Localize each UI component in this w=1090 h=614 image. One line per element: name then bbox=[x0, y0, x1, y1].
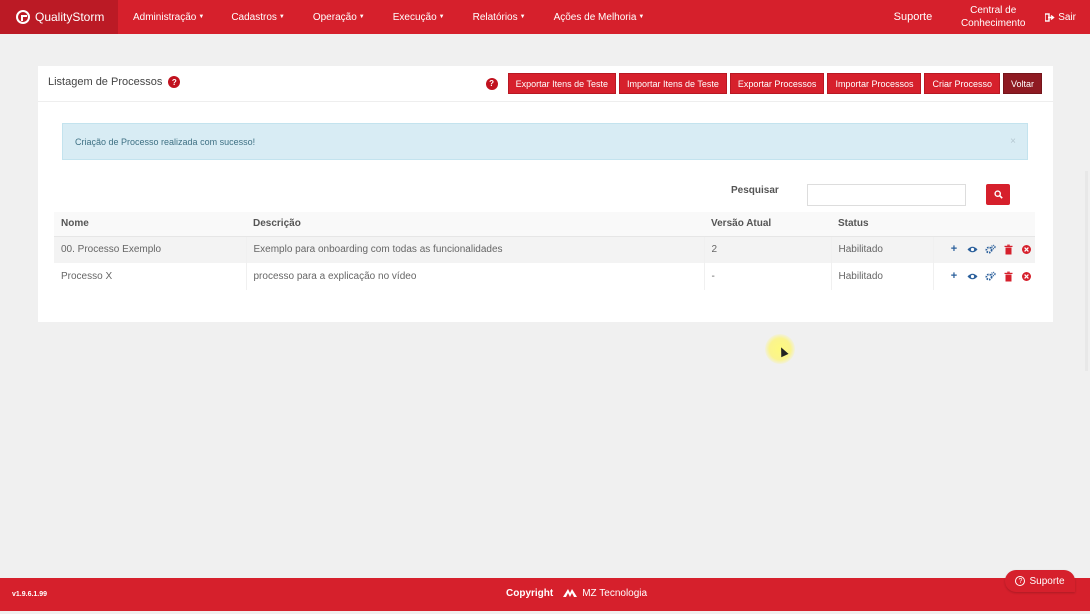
caret-down-icon: ▼ bbox=[358, 14, 365, 20]
close-icon[interactable]: × bbox=[1010, 136, 1016, 147]
panel-header: Listagem de Processos ? ? Exportar Itens… bbox=[38, 66, 1053, 102]
nav-central-line1: Central de bbox=[970, 5, 1017, 16]
copyright-label: Copyright bbox=[506, 587, 554, 599]
col-header-version[interactable]: Versão Atual bbox=[704, 212, 831, 237]
create-process-button[interactable]: Criar Processo bbox=[924, 73, 1000, 94]
sign-out-icon bbox=[1045, 12, 1055, 22]
nav-operacao[interactable]: Operação ▼ bbox=[313, 12, 365, 23]
export-test-items-button[interactable]: Exportar Itens de Teste bbox=[507, 73, 617, 94]
support-button-label: Suporte bbox=[1029, 575, 1065, 587]
floating-support-button[interactable]: ? Suporte bbox=[1005, 570, 1075, 592]
trash-icon[interactable] bbox=[1003, 271, 1014, 282]
table-scrollbar[interactable] bbox=[1085, 171, 1088, 371]
company-name: MZ Tecnologia bbox=[582, 587, 648, 599]
col-header-status[interactable]: Status bbox=[831, 212, 933, 237]
brand-name: QualityStorm bbox=[35, 10, 105, 24]
eye-icon[interactable] bbox=[967, 271, 978, 282]
col-header-description[interactable]: Descrição bbox=[246, 212, 704, 237]
page-title: Listagem de Processos ? bbox=[48, 76, 181, 88]
table-row[interactable]: 00. Processo Exemplo Exemplo para onboar… bbox=[54, 236, 1035, 263]
help-icon[interactable]: ? bbox=[485, 77, 498, 90]
brand-logo[interactable]: QualityStorm bbox=[0, 0, 118, 34]
caret-down-icon: ▼ bbox=[519, 14, 526, 20]
success-alert: Criação de Processo realizada com sucess… bbox=[62, 123, 1028, 160]
nav-execucao[interactable]: Execução ▼ bbox=[393, 12, 445, 23]
nav-right-group: Suporte Central de Conhecimento Sair bbox=[894, 0, 1090, 34]
search-input[interactable] bbox=[807, 184, 966, 206]
caret-down-icon: ▼ bbox=[198, 14, 205, 20]
export-processes-button[interactable]: Exportar Processos bbox=[729, 73, 825, 94]
table-row[interactable]: Processo X processo para a explicação no… bbox=[54, 263, 1035, 290]
cell-actions: + bbox=[933, 263, 1035, 290]
col-header-name[interactable]: Nome bbox=[54, 212, 246, 237]
caret-down-icon: ▼ bbox=[438, 14, 445, 20]
nav-label: Relatórios bbox=[472, 11, 518, 23]
cell-name: Processo X bbox=[54, 263, 247, 290]
gears-icon[interactable] bbox=[985, 271, 996, 282]
nav-label: Cadastros bbox=[231, 11, 277, 23]
logout-button[interactable]: Sair bbox=[1045, 12, 1076, 23]
nav-label: Ações de Melhoria bbox=[553, 11, 637, 23]
question-circle-icon: ? bbox=[1015, 576, 1026, 586]
help-icon[interactable]: ? bbox=[168, 76, 181, 88]
page-title-text: Listagem de Processos bbox=[48, 76, 163, 88]
cell-name: 00. Processo Exemplo bbox=[54, 236, 247, 263]
nav-label: Execução bbox=[392, 11, 437, 23]
nav-support-link[interactable]: Suporte bbox=[894, 11, 933, 23]
nav-cadastros[interactable]: Cadastros ▼ bbox=[231, 12, 285, 23]
gears-icon[interactable] bbox=[985, 244, 996, 255]
table-header-row: Nome Descrição Versão Atual Status bbox=[54, 212, 1035, 237]
nav-acoes-melhoria[interactable]: Ações de Melhoria ▼ bbox=[554, 12, 645, 23]
cell-description: processo para a explicação no vídeo bbox=[246, 263, 705, 290]
col-header-actions bbox=[933, 212, 1035, 237]
quality-storm-logo-icon bbox=[16, 10, 30, 24]
header-actions: ? Exportar Itens de Teste Importar Itens… bbox=[485, 73, 1042, 94]
plus-icon[interactable]: + bbox=[949, 244, 960, 255]
eye-icon[interactable] bbox=[967, 244, 978, 255]
trash-icon[interactable] bbox=[1003, 244, 1014, 255]
search-icon bbox=[993, 190, 1003, 199]
nav-knowledge-center-link[interactable]: Central de Conhecimento bbox=[957, 4, 1029, 30]
cell-description: Exemplo para onboarding com todas as fun… bbox=[246, 236, 705, 263]
caret-down-icon: ▼ bbox=[278, 14, 285, 20]
search-button[interactable] bbox=[986, 184, 1010, 205]
copyright: Copyright MZ Tecnologia bbox=[506, 587, 647, 599]
app-version: v1.9.6.1.99 bbox=[12, 591, 48, 598]
nav-label: Administração bbox=[133, 11, 197, 23]
import-processes-button[interactable]: Importar Processos bbox=[827, 73, 922, 94]
row-actions: + bbox=[941, 244, 1036, 255]
cell-status: Habilitado bbox=[831, 263, 934, 290]
import-test-items-button[interactable]: Importar Itens de Teste bbox=[619, 73, 727, 94]
mz-logo-icon bbox=[563, 589, 578, 597]
nav-label: Operação bbox=[312, 11, 357, 23]
back-button[interactable]: Voltar bbox=[1002, 73, 1042, 94]
cell-version: - bbox=[704, 263, 832, 290]
row-actions: + bbox=[941, 271, 1036, 282]
caret-down-icon: ▼ bbox=[638, 14, 645, 20]
alert-message: Criação de Processo realizada com sucess… bbox=[75, 136, 256, 147]
logout-label: Sair bbox=[1058, 11, 1076, 23]
process-list-panel: Listagem de Processos ? ? Exportar Itens… bbox=[38, 66, 1088, 371]
nav-central-line2: Conhecimento bbox=[960, 18, 1026, 29]
cell-status: Habilitado bbox=[831, 236, 934, 263]
top-navbar: QualityStorm Administração ▼ Cadastros ▼ O… bbox=[0, 0, 1090, 34]
cell-version: 2 bbox=[704, 236, 832, 263]
nav-administracao[interactable]: Administração ▼ bbox=[133, 12, 204, 23]
times-circle-icon[interactable] bbox=[1021, 271, 1032, 282]
cell-actions: + bbox=[933, 236, 1035, 263]
process-table: Nome Descrição Versão Atual Status 00. P… bbox=[54, 212, 1035, 290]
nav-relatorios[interactable]: Relatórios ▼ bbox=[473, 12, 526, 23]
plus-icon[interactable]: + bbox=[949, 271, 960, 282]
times-circle-icon[interactable] bbox=[1021, 244, 1032, 255]
footer: v1.9.6.1.99 Copyright MZ Tecnologia bbox=[0, 578, 1090, 611]
search-label: Pesquisar bbox=[731, 185, 779, 196]
